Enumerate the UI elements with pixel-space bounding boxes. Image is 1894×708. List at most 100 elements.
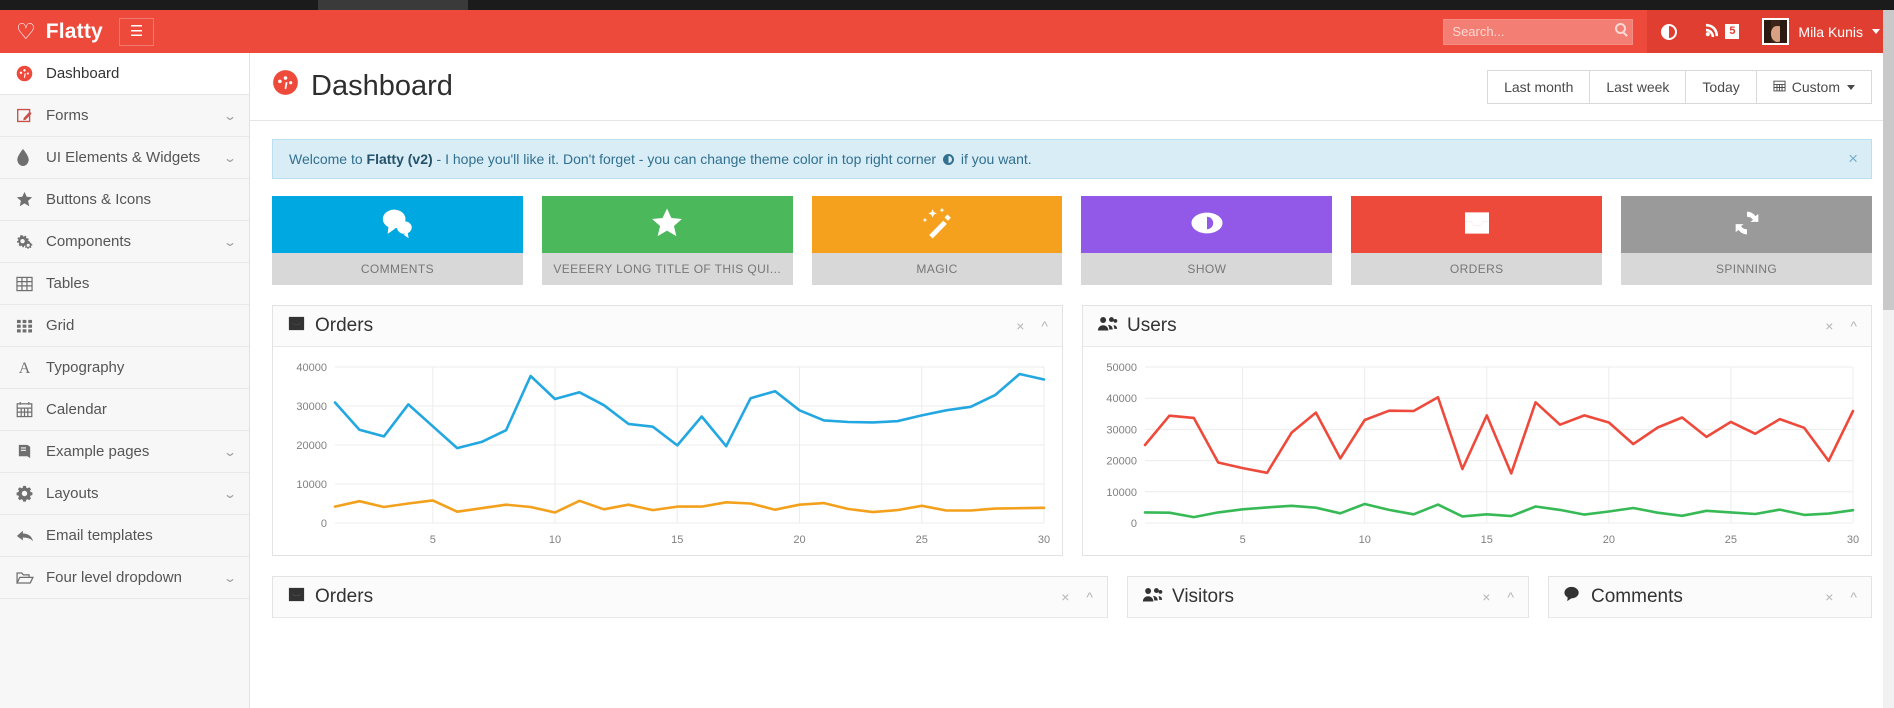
svg-text:40000: 40000 <box>296 362 327 374</box>
svg-text:20000: 20000 <box>296 440 327 452</box>
range-button-last-month[interactable]: Last month <box>1488 71 1590 103</box>
top-navbar: ♡ Flatty ☰ 5 Mila Kunis <box>0 10 1894 53</box>
chevron-up-icon[interactable]: ^ <box>1507 589 1514 605</box>
chevron-up-icon[interactable]: ^ <box>1850 318 1857 334</box>
search-box <box>1443 19 1633 45</box>
close-icon[interactable]: × <box>1482 589 1490 605</box>
sidebar-item-ui-elements-widgets[interactable]: UI Elements & Widgets⌄ <box>0 137 249 179</box>
tile-icon-area <box>272 196 523 253</box>
panel-tools: × ^ <box>1825 318 1857 334</box>
alert-prefix: Welcome to <box>289 151 367 167</box>
orders-panel-2: Orders × ^ <box>272 576 1108 618</box>
sidebar-item-calendar[interactable]: Calendar <box>0 389 249 431</box>
svg-text:20: 20 <box>793 534 805 546</box>
tile-icon-area <box>542 196 793 253</box>
search-input[interactable] <box>1443 19 1633 45</box>
sidebar-item-forms[interactable]: Forms⌄ <box>0 95 249 137</box>
sidebar-item-tables[interactable]: Tables <box>0 263 249 305</box>
user-menu[interactable]: Mila Kunis <box>1753 10 1894 53</box>
avatar <box>1762 18 1789 45</box>
close-icon[interactable]: × <box>1061 589 1069 605</box>
sidebar-item-label: Components <box>42 233 225 250</box>
alert-mid: - I hope you'll like it. Don't forget - … <box>433 151 940 167</box>
droplet-icon <box>16 149 42 166</box>
alert-bold: Flatty (v2) <box>367 151 433 167</box>
gear-icon <box>16 485 42 502</box>
chevron-up-icon[interactable]: ^ <box>1041 318 1048 334</box>
tile-orders[interactable]: ORDERS <box>1351 196 1602 285</box>
bottom-panel-row: Orders × ^ Visitors <box>272 576 1872 618</box>
svg-text:0: 0 <box>321 518 327 530</box>
tile-label: SHOW <box>1081 253 1332 285</box>
svg-text:40000: 40000 <box>1106 393 1137 405</box>
eye-icon <box>1190 206 1224 244</box>
sidebar-item-buttons-icons[interactable]: Buttons & Icons <box>0 179 249 221</box>
theme-contrast-button[interactable] <box>1647 10 1691 53</box>
users-icon <box>1142 585 1163 610</box>
tile-icon-area <box>812 196 1063 253</box>
panel-tools: × ^ <box>1482 589 1514 605</box>
range-button-last-week[interactable]: Last week <box>1590 71 1686 103</box>
panel-title: Orders <box>287 585 373 610</box>
search-icon[interactable] <box>1615 23 1626 34</box>
svg-text:25: 25 <box>1725 534 1737 546</box>
chevron-down-icon: ⌄ <box>223 487 237 501</box>
tile-label: ORDERS <box>1351 253 1602 285</box>
svg-text:30: 30 <box>1038 534 1050 546</box>
panel-title-text: Users <box>1127 315 1177 337</box>
inbox-icon <box>1461 207 1493 243</box>
dashboard-body: Welcome to Flatty (v2) - I hope you'll l… <box>250 121 1894 618</box>
tile-spinning[interactable]: SPINNING <box>1621 196 1872 285</box>
tile-icon-area <box>1621 196 1872 253</box>
tile-veeeery-long-title-of-this-qui[interactable]: VEEEERY LONG TITLE OF THIS QUI... <box>542 196 793 285</box>
sidebar-item-grid[interactable]: Grid <box>0 305 249 347</box>
sidebar-item-dashboard[interactable]: Dashboard <box>0 53 249 95</box>
svg-text:30: 30 <box>1847 534 1859 546</box>
page-scrollbar-thumb[interactable] <box>1883 10 1894 310</box>
os-chrome-strip <box>0 0 1894 10</box>
comments-icon <box>380 206 414 244</box>
tile-icon-area <box>1351 196 1602 253</box>
chevron-up-icon[interactable]: ^ <box>1850 589 1857 605</box>
svg-text:20000: 20000 <box>1106 456 1137 468</box>
sidebar-toggle-button[interactable]: ☰ <box>119 18 154 46</box>
sidebar-item-label: Dashboard <box>42 65 235 82</box>
close-icon[interactable]: × <box>1848 149 1858 169</box>
close-icon[interactable]: × <box>1016 318 1024 334</box>
orders-chart-svg: 01000020000300004000051015202530 <box>283 359 1052 549</box>
contrast-icon <box>943 154 954 165</box>
close-icon[interactable]: × <box>1825 318 1833 334</box>
alert-suffix: if you want. <box>957 151 1032 167</box>
chevron-down-icon: ⌄ <box>223 571 237 585</box>
svg-text:10000: 10000 <box>296 479 327 491</box>
close-icon[interactable]: × <box>1825 589 1833 605</box>
panel-title: Orders <box>287 314 373 339</box>
svg-text:20: 20 <box>1603 534 1615 546</box>
sidebar-item-components[interactable]: Components⌄ <box>0 221 249 263</box>
svg-text:0: 0 <box>1131 518 1137 530</box>
sidebar-item-layouts[interactable]: Layouts⌄ <box>0 473 249 515</box>
panel-tools: × ^ <box>1825 589 1857 605</box>
sidebar-item-label: Buttons & Icons <box>42 191 235 208</box>
sidebar-item-label: Layouts <box>42 485 225 502</box>
date-range-group: Last monthLast weekTodayCustom <box>1487 70 1872 104</box>
sidebar-item-label: Four level dropdown <box>42 569 225 586</box>
sidebar-item-four-level-dropdown[interactable]: Four level dropdown⌄ <box>0 557 249 599</box>
panel-title-text: Visitors <box>1172 586 1234 608</box>
navbar-right: 5 Mila Kunis <box>1443 10 1894 53</box>
range-button-custom[interactable]: Custom <box>1757 71 1871 103</box>
brand-logo[interactable]: ♡ Flatty ☰ <box>0 10 210 53</box>
chevron-up-icon[interactable]: ^ <box>1086 589 1093 605</box>
sidebar-item-example-pages[interactable]: Example pages⌄ <box>0 431 249 473</box>
tile-magic[interactable]: MAGIC <box>812 196 1063 285</box>
panel-title: Visitors <box>1142 585 1234 610</box>
sidebar-item-typography[interactable]: ATypography <box>0 347 249 389</box>
notifications-button[interactable]: 5 <box>1691 10 1753 53</box>
page-title: Dashboard <box>272 69 453 104</box>
table-icon <box>16 276 42 292</box>
tile-comments[interactable]: COMMENTS <box>272 196 523 285</box>
sidebar-item-email-templates[interactable]: Email templates <box>0 515 249 557</box>
range-button-today[interactable]: Today <box>1686 71 1756 103</box>
tile-show[interactable]: SHOW <box>1081 196 1332 285</box>
tile-label: MAGIC <box>812 253 1063 285</box>
